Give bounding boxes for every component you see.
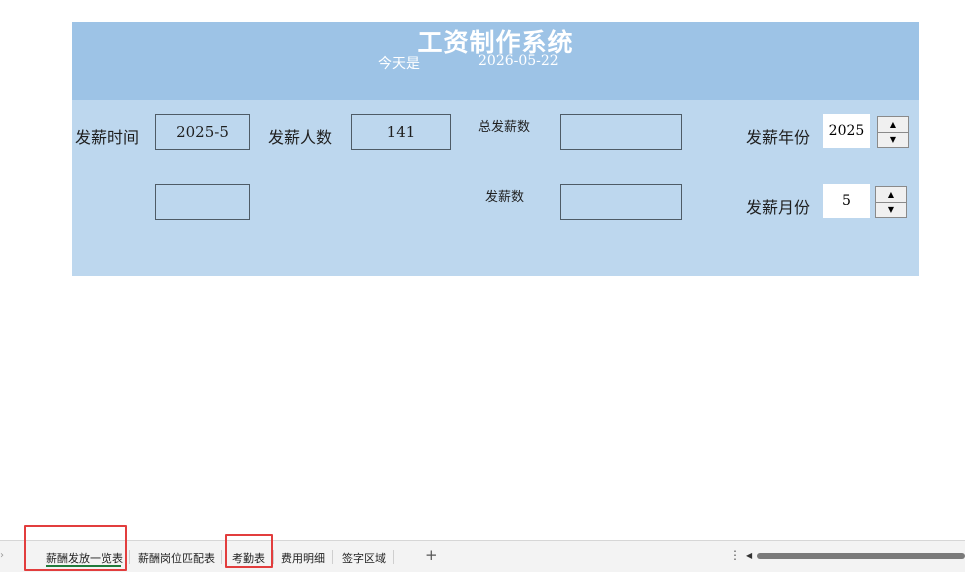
year-spinner[interactable]: ▲ ▼ [877, 116, 909, 148]
tab-expenses[interactable]: 费用明细 [281, 550, 325, 566]
tab-divider [393, 550, 394, 564]
tab-salary-position[interactable]: 薪酬岗位匹配表 [138, 550, 215, 566]
add-sheet-icon[interactable]: + [425, 546, 438, 564]
month-spin-down-icon[interactable]: ▼ [876, 202, 906, 217]
tab-divider [273, 550, 274, 564]
total-pay-field[interactable] [560, 114, 682, 150]
highlight-box-attendance [225, 534, 273, 568]
total-pay-label: 总发薪数 [478, 120, 531, 135]
year-spin-up-icon[interactable]: ▲ [878, 117, 908, 133]
worksheet-area: 工资制作系统 今天是 2026-05-22 发薪时间 2025-5 发薪人数 1… [0, 0, 965, 540]
tab-divider [129, 550, 130, 564]
header-banner: 工资制作系统 今天是 2026-05-22 [72, 22, 919, 100]
tab-divider [221, 550, 222, 564]
form-panel: 发薪时间 2025-5 发薪人数 141 总发薪数 发薪年份 2025 ▲ ▼ … [72, 100, 919, 276]
pay-month-label: 发薪月份 [746, 198, 811, 217]
sheet-nav-arrow-icon[interactable]: › [0, 550, 4, 561]
pay-time-field[interactable]: 2025-5 [155, 114, 250, 150]
pay-year-input[interactable]: 2025 [823, 114, 870, 148]
today-label: 今天是 [378, 56, 420, 72]
tab-signature[interactable]: 签字区域 [342, 550, 386, 566]
pay-year-label: 发薪年份 [746, 128, 811, 147]
pay-amount-label: 发薪数 [485, 190, 525, 205]
month-spin-up-icon[interactable]: ▲ [876, 187, 906, 203]
scroll-left-icon[interactable]: ◀ [746, 551, 752, 560]
pay-time-label: 发薪时间 [75, 128, 140, 147]
pay-month-input[interactable]: 5 [823, 184, 870, 218]
highlight-box-salary-overview [24, 525, 127, 571]
today-date: 2026-05-22 [478, 53, 559, 69]
pay-count-field[interactable]: 141 [351, 114, 451, 150]
month-spinner[interactable]: ▲ ▼ [875, 186, 907, 218]
year-spin-down-icon[interactable]: ▼ [878, 132, 908, 147]
pay-amount-field[interactable] [560, 184, 682, 220]
sheet-tab-bar: › 薪酬发放一览表 薪酬岗位匹配表 考勤表 费用明细 签字区域 + ⋮ ◀ [0, 525, 965, 572]
pay-count-label: 发薪人数 [268, 128, 333, 147]
tab-divider [332, 550, 333, 564]
more-options-icon[interactable]: ⋮ [729, 548, 741, 562]
extra-field[interactable] [155, 184, 250, 220]
horizontal-scrollbar[interactable] [757, 553, 965, 559]
